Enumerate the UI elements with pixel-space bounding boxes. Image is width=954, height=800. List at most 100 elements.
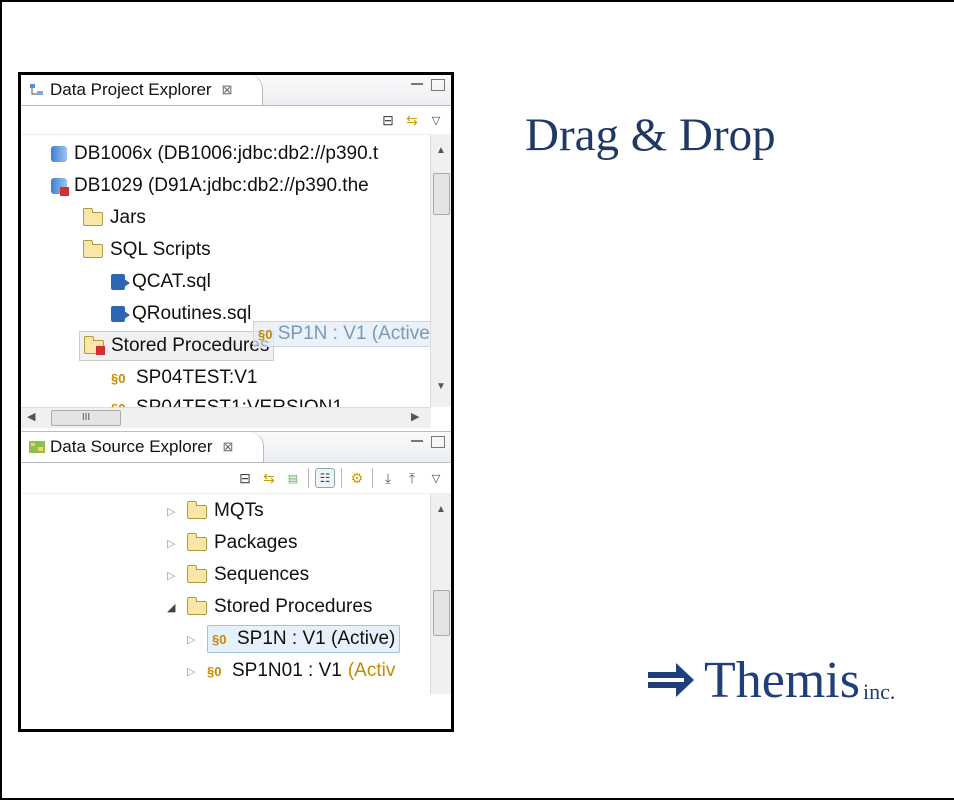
- tab-data-source-explorer[interactable]: Data Source Explorer ⊠: [21, 432, 265, 462]
- sql-file-icon: [111, 306, 130, 322]
- logo-suffix: inc.: [862, 679, 896, 704]
- source-explorer-tree: ▷ MQTs ▷ Packages ▷ Sequences ◢ Stored P…: [21, 494, 451, 694]
- show-hierarchy-icon[interactable]: ☷: [315, 468, 335, 488]
- folder-icon: [186, 501, 207, 519]
- source-explorer-icon: [29, 439, 45, 455]
- toolbar-separator: [372, 468, 373, 488]
- tree-item-label: DB1006x (DB1006:jdbc:db2://p390.t: [74, 143, 379, 164]
- tree-item-jars[interactable]: Jars: [82, 203, 146, 233]
- close-icon[interactable]: ⊠: [223, 439, 234, 455]
- tree-item-label: QRoutines.sql: [132, 303, 252, 324]
- project-explorer-icon: [29, 82, 45, 98]
- tree-item-label: SP1N01 : V1: [232, 660, 342, 681]
- tree-item-packages[interactable]: ▷ Packages: [167, 528, 297, 558]
- project-explorer-tabbar: Data Project Explorer ⊠: [21, 75, 451, 106]
- drag-ghost-label: SP1N : V1 (Active): [277, 323, 437, 344]
- project-explorer-vscrollbar[interactable]: ▲ ▼: [430, 135, 451, 407]
- scroll-right-icon[interactable]: ▶: [411, 410, 419, 423]
- source-explorer-vscrollbar[interactable]: ▲: [430, 494, 451, 694]
- database-connection-icon: [51, 146, 67, 162]
- folder-error-icon: [83, 336, 105, 355]
- tree-item-label: SQL Scripts: [110, 239, 211, 260]
- tree-item-stored-procedures[interactable]: ◢ Stored Procedures: [167, 592, 372, 622]
- tree-item-mqts[interactable]: ▷ MQTs: [167, 496, 264, 526]
- view-menu-icon[interactable]: ▽: [427, 469, 445, 487]
- scroll-thumb[interactable]: [433, 590, 450, 636]
- link-with-editor-icon[interactable]: ⇆: [403, 111, 421, 129]
- maximize-icon[interactable]: [431, 436, 445, 448]
- folder-icon: [186, 597, 207, 615]
- drag-ghost: §0 SP1N : V1 (Active): [253, 321, 442, 347]
- project-explorer-tree: DB1006x (DB1006:jdbc:db2://p390.t DB1029…: [21, 135, 451, 435]
- minimize-icon[interactable]: [411, 83, 423, 95]
- tree-item-sequences[interactable]: ▷ Sequences: [167, 560, 309, 590]
- toolbar-separator: [308, 468, 309, 488]
- link-with-editor-icon[interactable]: ⇆: [260, 469, 278, 487]
- scroll-down-icon[interactable]: ▼: [436, 381, 446, 392]
- maximize-icon[interactable]: [431, 79, 445, 91]
- scroll-thumb[interactable]: [433, 173, 450, 215]
- tab-data-project-explorer[interactable]: Data Project Explorer ⊠: [21, 75, 264, 105]
- ide-screenshot: Data Project Explorer ⊠ ⊟ ⇆ ▽ DB1006x (D…: [18, 72, 454, 732]
- expand-arrow-icon[interactable]: ▷: [167, 505, 179, 518]
- folder-icon: [186, 565, 207, 583]
- stored-procedure-icon: §0: [111, 370, 126, 386]
- collapse-all-icon[interactable]: ⊟: [379, 111, 397, 129]
- tree-item-label: DB1029 (D91A:jdbc:db2://p390.the: [74, 175, 369, 196]
- scroll-up-icon[interactable]: ▲: [436, 145, 446, 156]
- source-explorer-tab-label: Data Source Explorer: [50, 437, 213, 456]
- tree-item-db1029[interactable]: DB1029 (D91A:jdbc:db2://p390.the: [51, 171, 369, 201]
- tree-item-label: Sequences: [214, 564, 310, 585]
- export-icon[interactable]: ⤒: [403, 469, 421, 487]
- themis-logo: Themis inc.: [648, 655, 895, 707]
- database-error-icon: [51, 178, 69, 196]
- tree-item-status: (Activ: [347, 660, 396, 681]
- scroll-up-icon[interactable]: ▲: [436, 504, 446, 515]
- scroll-left-icon[interactable]: ◀: [27, 410, 35, 423]
- tree-item-qroutines-sql[interactable]: QRoutines.sql: [111, 299, 251, 329]
- view-menu-icon[interactable]: ▽: [427, 111, 445, 129]
- tree-item-sp1n[interactable]: ▷ §0 SP1N : V1 (Active): [187, 624, 401, 654]
- sql-file-icon: [111, 274, 130, 290]
- tree-item-label: Stored Procedures: [111, 335, 270, 356]
- slide-title: Drag & Drop: [525, 109, 776, 161]
- expand-arrow-icon[interactable]: ▷: [167, 537, 179, 550]
- stored-procedure-icon: §0: [258, 327, 273, 342]
- tree-item-label: SP04TEST:V1: [136, 367, 258, 388]
- tree-item-label: Stored Procedures: [214, 596, 373, 617]
- expand-arrow-icon[interactable]: ▷: [167, 569, 179, 582]
- tree-item-qcat-sql[interactable]: QCAT.sql: [111, 267, 211, 297]
- tree-item-label: Jars: [110, 207, 146, 228]
- hscroll-thumb[interactable]: III: [51, 410, 121, 426]
- logo-name: Themis: [704, 652, 860, 709]
- tree-item-label: MQTs: [214, 500, 264, 521]
- tree-item-db1006x[interactable]: DB1006x (DB1006:jdbc:db2://p390.t: [51, 139, 378, 169]
- stored-procedure-icon: §0: [212, 631, 227, 647]
- tree-item-sql-scripts[interactable]: SQL Scripts: [82, 235, 211, 265]
- minimize-icon[interactable]: [411, 440, 423, 452]
- source-explorer-toolbar: ⊟ ⇆ ▤ ☷ ⚙ ⤓ ⤒ ▽: [21, 463, 451, 494]
- collapse-all-icon[interactable]: ⊟: [236, 469, 254, 487]
- import-icon[interactable]: ⤓: [379, 469, 397, 487]
- toolbar-separator: [341, 468, 342, 488]
- selected-item[interactable]: §0 SP1N : V1 (Active): [207, 625, 401, 653]
- collapse-arrow-icon[interactable]: ◢: [167, 601, 179, 614]
- folder-icon: [82, 240, 103, 258]
- close-icon[interactable]: ⊠: [222, 82, 233, 98]
- expand-arrow-icon[interactable]: ▷: [187, 665, 199, 678]
- new-sql-script-icon[interactable]: ▤: [284, 469, 302, 487]
- project-explorer-hscrollbar[interactable]: ◀ III ▶: [21, 407, 431, 428]
- tree-item-sp04test[interactable]: §0 SP04TEST:V1: [111, 363, 257, 393]
- project-explorer-toolbar: ⊟ ⇆ ▽: [21, 106, 451, 135]
- tree-item-label: Packages: [214, 532, 298, 553]
- tree-item-sp1n01[interactable]: ▷ §0 SP1N01 : V1 (Activ: [187, 656, 395, 686]
- tree-item-label: QCAT.sql: [132, 271, 211, 292]
- tree-item-stored-procedures-drop-target[interactable]: Stored Procedures: [79, 331, 275, 361]
- logo-arrow-icon: [648, 663, 694, 697]
- connect-icon[interactable]: ⚙: [348, 469, 366, 487]
- tree-item-label: SP1N : V1 (Active): [237, 628, 396, 649]
- stored-procedure-icon: §0: [207, 663, 222, 679]
- source-explorer-tabbar: Data Source Explorer ⊠: [21, 431, 451, 463]
- project-explorer-tab-label: Data Project Explorer: [50, 80, 212, 99]
- expand-arrow-icon[interactable]: ▷: [187, 633, 199, 646]
